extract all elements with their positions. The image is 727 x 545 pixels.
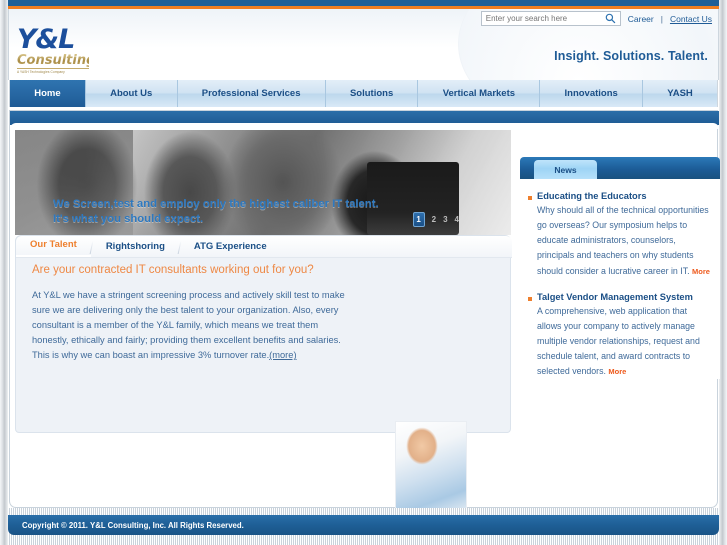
feature-heading: Are your contracted IT consultants worki…: [32, 264, 314, 276]
nav-item-vertical-markets[interactable]: Vertical Markets: [418, 80, 541, 107]
search-icon: [605, 13, 616, 24]
career-link[interactable]: Career: [628, 14, 654, 24]
news-panel: News Educating the Educators Why should …: [520, 157, 720, 527]
main-navigation: Home About Us Professional Services Solu…: [9, 80, 718, 107]
news-item-text: Why should all of the technical opportun…: [537, 203, 710, 279]
search-input[interactable]: [485, 12, 601, 25]
hero-pagination: 1 2 3 4: [412, 212, 459, 227]
nav-item-home[interactable]: Home: [10, 80, 86, 107]
news-item-body: A comprehensive, web application that al…: [537, 305, 700, 377]
logo-primary-text: Y&L: [17, 24, 75, 55]
tab-rightshoring[interactable]: Rightshoring: [92, 241, 179, 257]
search-button[interactable]: [600, 12, 619, 25]
nav-item-professional-services[interactable]: Professional Services: [178, 80, 326, 107]
news-item-body: Why should all of the technical opportun…: [537, 205, 709, 276]
tab-atg-experience[interactable]: ATG Experience: [180, 241, 281, 257]
site-header: Career | Contact Us Y&L Consulting A YAS…: [8, 9, 719, 80]
logo-secondary-text: Consulting: [17, 53, 96, 70]
site-logo[interactable]: Y&L Consulting A YASH Technologies Compa…: [17, 26, 117, 74]
feature-card: Our Talent Rightshoring ATG Experience A…: [15, 235, 512, 433]
copyright-text: Copyright © 2011. Y&L Consulting, Inc. A…: [22, 520, 244, 530]
hero-headline-line2: It's what you should expect.: [53, 212, 204, 225]
hero-page-3[interactable]: 3: [443, 215, 447, 224]
utility-bar: Career | Contact Us: [480, 11, 712, 26]
nav-item-yash[interactable]: YASH: [643, 80, 717, 107]
panel-top-accent: [10, 111, 719, 129]
site-footer: Copyright © 2011. Y&L Consulting, Inc. A…: [8, 515, 719, 535]
tab-news[interactable]: News: [534, 160, 597, 179]
news-item[interactable]: Talget Vendor Management System A compre…: [528, 292, 710, 380]
news-panel-header: News: [520, 157, 720, 179]
news-item-text: A comprehensive, web application that al…: [537, 304, 710, 380]
content-panel: We Screen,test and employ only the highe…: [9, 110, 720, 517]
site-tagline: Insight. Solutions. Talent.: [554, 49, 708, 63]
hero-page-2[interactable]: 2: [432, 215, 436, 224]
nav-item-solutions[interactable]: Solutions: [326, 80, 419, 107]
nav-item-innovations[interactable]: Innovations: [540, 80, 644, 107]
hero-banner[interactable]: We Screen,test and employ only the highe…: [15, 130, 511, 235]
page-left-edge: [0, 0, 8, 545]
tab-our-talent[interactable]: Our Talent: [16, 239, 91, 257]
feature-photo: [395, 421, 467, 517]
logo-company-tagline: A YASH Technologies Company: [17, 70, 65, 75]
utility-separator: |: [660, 13, 663, 24]
feature-paragraph: At Y&L we have a stringent screening pro…: [32, 288, 352, 363]
hero-headline-line1: We Screen,test and employ only the highe…: [53, 197, 379, 210]
feature-tabs: Our Talent Rightshoring ATG Experience: [16, 236, 512, 258]
news-list: Educating the Educators Why should all o…: [520, 179, 720, 380]
hero-page-4[interactable]: 4: [455, 215, 459, 224]
news-item-title: Talget Vendor Management System: [537, 291, 693, 302]
bullet-icon: [528, 196, 532, 200]
contact-us-link[interactable]: Contact Us: [670, 14, 712, 24]
page-root: Career | Contact Us Y&L Consulting A YAS…: [0, 0, 727, 545]
hero-page-1[interactable]: 1: [412, 212, 425, 227]
news-more-link[interactable]: More: [608, 367, 626, 376]
news-item-title: Educating the Educators: [537, 191, 647, 201]
bullet-icon: [528, 296, 532, 301]
news-more-link[interactable]: More: [692, 267, 710, 276]
nav-item-about-us[interactable]: About Us: [86, 80, 178, 107]
hero-headline: We Screen,test and employ only the highe…: [53, 197, 451, 228]
search-box[interactable]: [480, 11, 621, 26]
page-right-edge: [719, 0, 727, 545]
feature-paragraph-text: At Y&L we have a stringent screening pro…: [32, 290, 345, 361]
news-item[interactable]: Educating the Educators Why should all o…: [528, 191, 710, 279]
feature-more-link[interactable]: (more): [269, 350, 296, 360]
